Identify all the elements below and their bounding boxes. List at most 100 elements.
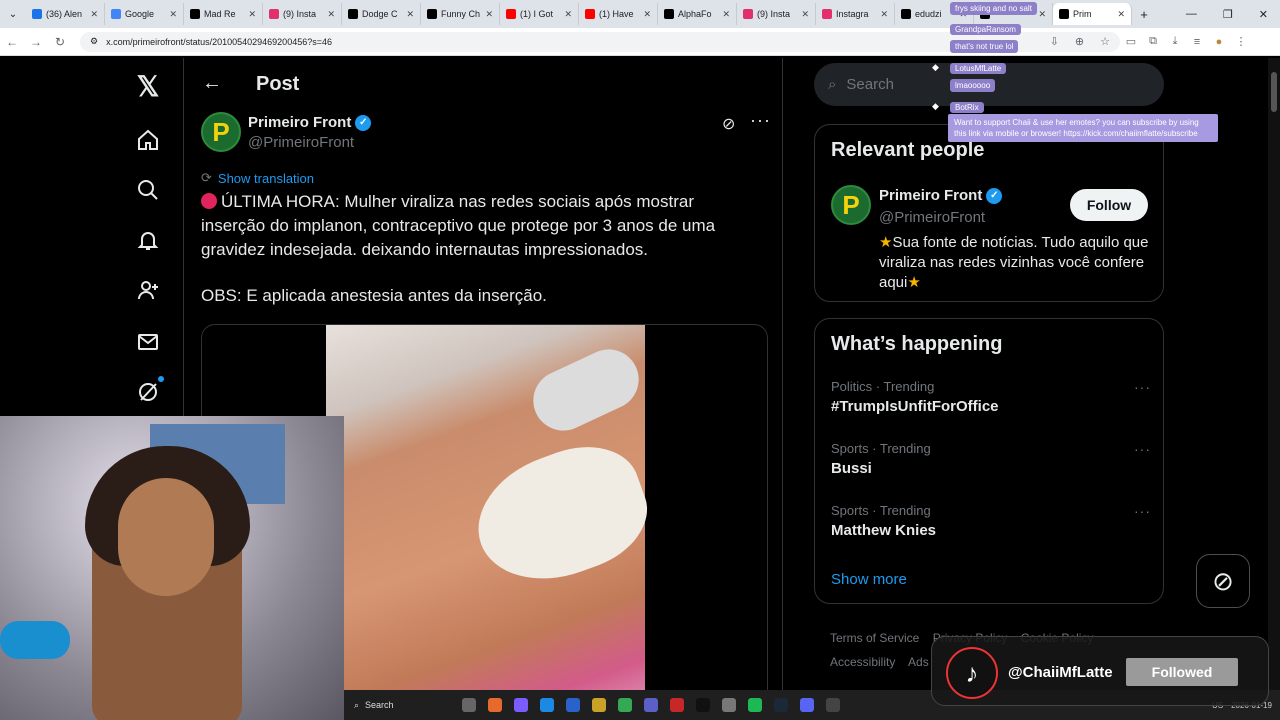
follow-button[interactable]: Follow [1070, 189, 1148, 221]
tab-close-icon[interactable]: ✕ [880, 9, 888, 20]
tab-groups-icon[interactable]: ▭ [1120, 35, 1142, 48]
show-more-link[interactable]: Show more [831, 571, 907, 588]
store-icon[interactable] [592, 698, 606, 712]
browser-menu-icon[interactable]: ⋮ [1230, 35, 1252, 48]
explore-search-icon[interactable] [128, 170, 168, 210]
browser-tab[interactable]: Instagra ✕ [816, 3, 895, 25]
trend-more-icon[interactable]: ··· [1134, 441, 1151, 457]
grok-floating-button[interactable]: ⊘ [1196, 554, 1250, 608]
author-avatar[interactable]: P [201, 112, 241, 152]
trend-item[interactable]: Sports · Trending Bussi ··· [831, 441, 1151, 477]
grok-explain-icon[interactable]: ⊘ [722, 114, 735, 134]
tweet-obs: OBS: E aplicada anestesia antes da inser… [201, 286, 547, 305]
relevant-person-name[interactable]: Primeiro Front ✓ [879, 187, 1003, 204]
notification-dot [158, 376, 164, 382]
author-handle[interactable]: @PrimeiroFront [248, 134, 354, 151]
discord-icon[interactable] [800, 698, 814, 712]
close-window-icon[interactable]: ✕ [1259, 8, 1268, 21]
video-frame[interactable] [326, 325, 662, 719]
trend-category: Politics · Trending [831, 379, 935, 394]
page-scrollbar[interactable] [1268, 58, 1280, 720]
browser-tab[interactable]: Google ✕ [105, 3, 184, 25]
task-view-icon[interactable] [462, 698, 476, 712]
brave-icon[interactable] [488, 698, 502, 712]
accessibility-link[interactable]: Accessibility [830, 655, 895, 669]
spotify-icon[interactable] [748, 698, 762, 712]
forward-nav-icon[interactable]: → [24, 35, 48, 49]
scrollbar-thumb[interactable] [1271, 72, 1277, 112]
terms-link[interactable]: Terms of Service [830, 631, 919, 645]
tab-close-icon[interactable]: ✕ [327, 9, 335, 20]
home-icon[interactable] [128, 120, 168, 160]
new-tab-button[interactable]: + [1132, 7, 1156, 22]
tab-close-icon[interactable]: ✕ [1117, 9, 1125, 20]
trend-item[interactable]: Sports · Trending Matthew Knies ··· [831, 503, 1151, 539]
trend-item[interactable]: Politics · Trending #TrumpIsUnfitForOffi… [831, 379, 1151, 415]
back-nav-icon[interactable]: ← [0, 35, 24, 49]
steam-icon[interactable] [774, 698, 788, 712]
tab-close-icon[interactable]: ✕ [564, 9, 572, 20]
trend-more-icon[interactable]: ··· [1134, 503, 1151, 519]
tab-close-icon[interactable]: ✕ [248, 9, 256, 20]
browser-tab[interactable]: Dodge C ✕ [342, 3, 421, 25]
app-icon[interactable] [670, 698, 684, 712]
relevant-person-handle[interactable]: @PrimeiroFront [879, 209, 985, 226]
tab-close-icon[interactable]: ✕ [485, 9, 493, 20]
notifications-bell-icon[interactable] [128, 220, 168, 260]
browser-tab[interactable]: (9) Insta ✕ [737, 3, 816, 25]
zoom-icon[interactable]: ⊕ [1075, 35, 1084, 48]
tab-search-icon[interactable]: ⌄ [0, 9, 26, 20]
browser-tab[interactable]: Mad Re ✕ [184, 3, 263, 25]
bookmark-star-icon[interactable]: ☆ [1100, 35, 1110, 48]
tiktok-app-icon[interactable] [696, 698, 710, 712]
minimize-icon[interactable]: — [1186, 8, 1197, 21]
profile-avatar-icon[interactable]: ● [1208, 36, 1230, 48]
app-icon[interactable] [826, 698, 840, 712]
x-logo-icon[interactable]: 𝕏 [128, 66, 168, 106]
chrome-icon[interactable] [618, 698, 632, 712]
browser-tab[interactable]: Funny Ch ✕ [421, 3, 500, 25]
tab-favicon-icon [743, 9, 753, 19]
site-info-icon[interactable]: ⚙ [90, 36, 98, 47]
browser-tab[interactable]: (1) I Got ✕ [500, 3, 579, 25]
reload-icon[interactable]: ↻ [48, 35, 72, 49]
maximize-icon[interactable]: ❐ [1223, 8, 1233, 21]
tab-close-icon[interactable]: ✕ [801, 9, 809, 20]
edge-icon[interactable] [540, 698, 554, 712]
tab-close-icon[interactable]: ✕ [406, 9, 414, 20]
relevant-person-avatar[interactable]: P [831, 185, 871, 225]
tab-label: Funny Ch [441, 9, 481, 19]
tab-close-icon[interactable]: ✕ [643, 9, 651, 20]
followed-button[interactable]: Followed [1126, 658, 1238, 686]
ads-link[interactable]: Ads [908, 655, 929, 669]
trend-more-icon[interactable]: ··· [1134, 379, 1151, 395]
follow-people-icon[interactable] [128, 270, 168, 310]
show-translation-link[interactable]: ⟳ Show translation [201, 170, 314, 186]
tab-close-icon[interactable]: ✕ [169, 9, 177, 20]
taskbar-search[interactable]: ⌕ Search [354, 700, 450, 711]
tab-close-icon[interactable]: ✕ [722, 9, 730, 20]
messages-mail-icon[interactable] [128, 322, 168, 362]
browser-tab[interactable]: (9) Insta ✕ [263, 3, 342, 25]
tiktok-follow-overlay: ♪ @ChaiiMfLatte Followed [931, 636, 1269, 706]
app-icon[interactable] [566, 698, 580, 712]
browser-tab[interactable]: AlphaFo ✕ [658, 3, 737, 25]
chat-username: LotusMfLatte [950, 63, 1007, 74]
download-icon[interactable]: ⤓ [1164, 35, 1186, 48]
browser-tab[interactable]: (1) Have ✕ [579, 3, 658, 25]
media-control-icon[interactable]: ≡ [1186, 36, 1208, 48]
tab-label: Mad Re [204, 9, 236, 19]
tab-close-icon[interactable]: ✕ [90, 9, 98, 20]
install-icon[interactable]: ⇩ [1050, 35, 1059, 48]
app-icon[interactable] [722, 698, 736, 712]
browser-tab[interactable]: (36) Alen ✕ [26, 3, 105, 25]
copilot-icon[interactable] [514, 698, 528, 712]
back-arrow-icon[interactable]: ← [202, 72, 222, 95]
browser-tab[interactable]: Prim ✕ [1053, 3, 1132, 25]
tab-close-icon[interactable]: ✕ [1038, 9, 1046, 20]
extensions-icon[interactable]: ⧉ [1142, 35, 1164, 48]
author-name[interactable]: Primeiro Front ✓ [248, 114, 372, 131]
more-options-icon[interactable]: ··· [750, 110, 771, 131]
teams-icon[interactable] [644, 698, 658, 712]
grok-icon[interactable] [128, 372, 168, 412]
